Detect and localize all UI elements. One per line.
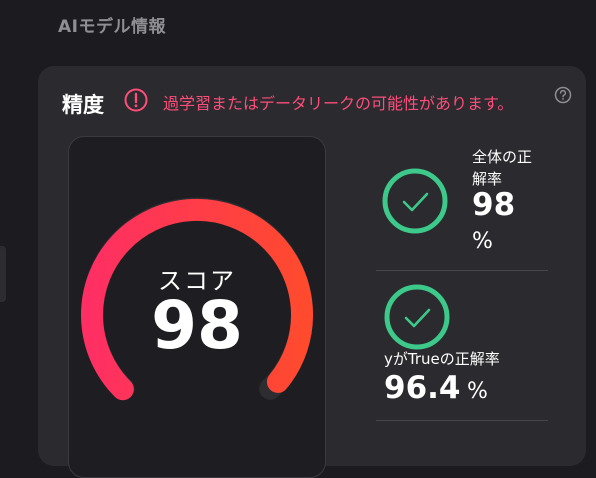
metric-true-label: yがTrueの正解率 bbox=[384, 350, 500, 368]
section-title: AIモデル情報 bbox=[58, 17, 166, 37]
metric-overall-label-line1: 全体の正 bbox=[472, 148, 533, 166]
score-value: 98 bbox=[151, 287, 243, 364]
warning-message: 過学習またはデータリークの可能性があります。 bbox=[163, 94, 514, 113]
metric-overall-label-line2: 解率 bbox=[472, 170, 503, 188]
metric-overall-value: 98 bbox=[472, 187, 516, 223]
metric-divider bbox=[376, 270, 548, 271]
score-panel: スコア 98 bbox=[68, 136, 326, 478]
metric-overall-label: 全体の正 解率 bbox=[472, 146, 532, 190]
exclamation-circle-icon bbox=[124, 88, 148, 112]
metric-divider bbox=[376, 420, 548, 421]
side-panel-handle[interactable] bbox=[0, 246, 6, 302]
card-title: 精度 bbox=[62, 93, 104, 117]
metric-true-unit: % bbox=[467, 379, 488, 404]
accuracy-card: 精度 過学習またはデータリークの可能性があります。 スコア 98 全体の正 解率… bbox=[38, 66, 586, 478]
question-circle-icon[interactable] bbox=[554, 86, 572, 104]
metric-true-value: 96.4 bbox=[384, 370, 461, 406]
check-circle-icon bbox=[382, 168, 448, 234]
check-circle-icon bbox=[384, 284, 450, 350]
metric-overall-unit: % bbox=[472, 229, 493, 254]
